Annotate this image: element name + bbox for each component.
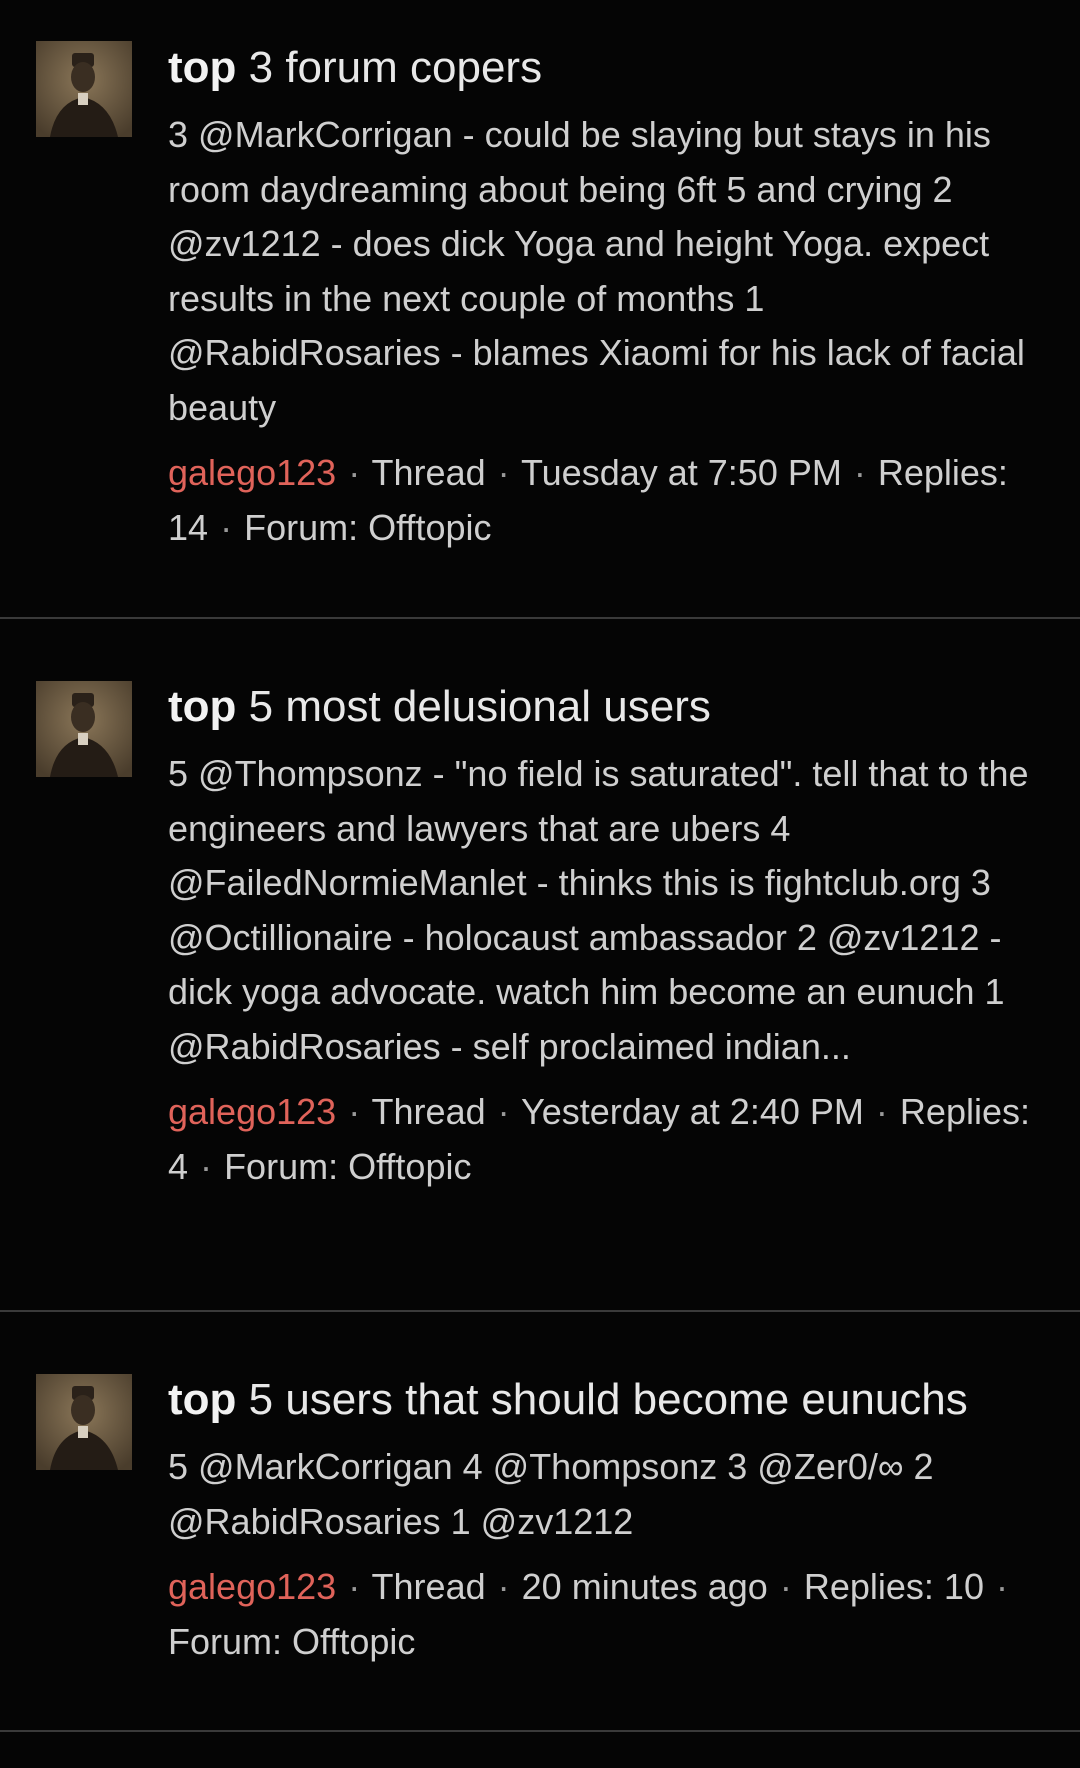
result-snippet: 5 @Thompsonz - "no field is saturated". … — [168, 753, 1029, 1067]
result-content: top 5 most delusional users 5 @Thompsonz… — [168, 675, 1044, 1194]
separator: · — [497, 1566, 510, 1607]
separator: · — [497, 452, 510, 493]
title-highlight: top — [168, 682, 237, 731]
content-type: Thread — [371, 452, 486, 493]
separator: · — [220, 507, 233, 548]
separator: · — [875, 1091, 888, 1132]
search-result-item[interactable]: top 5 users that should become eunuchs 5… — [0, 1312, 1080, 1732]
result-content: top 3 forum copers 3 @MarkCorrigan - cou… — [168, 36, 1044, 555]
result-title[interactable]: top 5 most delusional users — [168, 675, 1044, 739]
content-type: Thread — [371, 1091, 486, 1132]
result-meta: galego123 · Thread · Yesterday at 2:40 P… — [168, 1084, 1044, 1194]
result-meta: galego123 · Thread · Tuesday at 7:50 PM … — [168, 445, 1044, 555]
result-snippet: 5 @MarkCorrigan 4 @Thompsonz 3 @Zer0/∞ 2… — [168, 1446, 934, 1542]
result-meta: galego123 · Thread · 20 minutes ago · Re… — [168, 1559, 1044, 1669]
result-title[interactable]: top 5 users that should become eunuchs — [168, 1368, 1044, 1432]
separator: · — [348, 1566, 361, 1607]
title-highlight: top — [168, 43, 237, 92]
title-text: 5 users that should become eunuchs — [236, 1375, 968, 1424]
avatar-image — [36, 681, 132, 777]
separator: · — [497, 1091, 510, 1132]
author-link[interactable]: galego123 — [168, 452, 336, 493]
avatar[interactable] — [36, 41, 132, 137]
title-text: 5 most delusional users — [236, 682, 711, 731]
separator: · — [853, 452, 866, 493]
forum-link[interactable]: Forum: Offtopic — [168, 1621, 415, 1662]
forum-link[interactable]: Forum: Offtopic — [224, 1146, 471, 1187]
avatar[interactable] — [36, 1374, 132, 1470]
separator: · — [348, 452, 361, 493]
result-snippet: 3 @MarkCorrigan - could be slaying but s… — [168, 114, 1025, 428]
reply-count: Replies: 10 — [803, 1566, 984, 1607]
avatar[interactable] — [36, 681, 132, 777]
forum-link[interactable]: Forum: Offtopic — [244, 507, 491, 548]
search-result-item[interactable]: top 3 forum copers 3 @MarkCorrigan - cou… — [0, 0, 1080, 619]
search-results-list: top 3 forum copers 3 @MarkCorrigan - cou… — [0, 0, 1080, 1732]
separator: · — [200, 1146, 213, 1187]
separator: · — [348, 1091, 361, 1132]
separator: · — [995, 1566, 1008, 1607]
search-result-item[interactable]: top 5 most delusional users 5 @Thompsonz… — [0, 619, 1080, 1312]
content-type: Thread — [371, 1566, 486, 1607]
separator: · — [779, 1566, 792, 1607]
result-content: top 5 users that should become eunuchs 5… — [168, 1368, 1044, 1669]
post-date: Tuesday at 7:50 PM — [521, 452, 842, 493]
author-link[interactable]: galego123 — [168, 1566, 336, 1607]
title-text: 3 forum copers — [236, 43, 543, 92]
post-date: Yesterday at 2:40 PM — [521, 1091, 864, 1132]
post-date: 20 minutes ago — [521, 1566, 768, 1607]
result-title[interactable]: top 3 forum copers — [168, 36, 1044, 100]
avatar-image — [36, 1374, 132, 1470]
author-link[interactable]: galego123 — [168, 1091, 336, 1132]
title-highlight: top — [168, 1375, 237, 1424]
avatar-image — [36, 41, 132, 137]
